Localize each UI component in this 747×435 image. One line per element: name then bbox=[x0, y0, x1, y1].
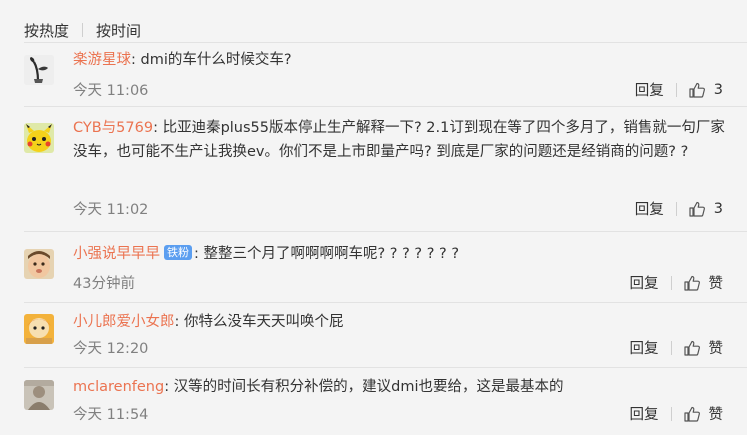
action-divider bbox=[670, 406, 672, 421]
person-photo-icon[interactable] bbox=[24, 380, 54, 410]
sort-by-time-tab[interactable]: 按时间 bbox=[96, 20, 141, 41]
comment-feed: 按热度 按时间 楽游星球: dmi的车什么时候交车? 今天 11:06 回复 3 bbox=[0, 0, 747, 435]
comment-divider bbox=[24, 302, 747, 303]
comment-body: 楽游星球: dmi的车什么时候交车? bbox=[73, 52, 292, 68]
reply-button[interactable]: 回复 bbox=[630, 272, 659, 293]
thumbs-up-icon bbox=[689, 82, 705, 98]
like-button[interactable]: 赞 bbox=[683, 272, 724, 293]
comment-actions: 回复 3 bbox=[635, 198, 723, 219]
comment-actions: 回复 3 bbox=[635, 79, 723, 100]
like-button[interactable]: 3 bbox=[688, 81, 723, 99]
comment-timestamp: 43分钟前 bbox=[73, 276, 135, 292]
comment-body: mclarenfeng: 汉等的时间长有积分补偿的，建议dmi也要给，这是最基本… bbox=[73, 379, 564, 395]
comment-body: 小强说早早早 铁粉: 整整三个月了啊啊啊啊车呢? ? ? ? ? ? ? bbox=[73, 245, 460, 262]
action-divider bbox=[675, 201, 677, 216]
comment-username[interactable]: 小儿郎爱小女郎 bbox=[73, 314, 175, 330]
like-count: 3 bbox=[713, 200, 723, 217]
comment-text: 整整三个月了啊啊啊啊车呢? ? ? ? ? ? ? bbox=[203, 246, 460, 262]
comment-actions: 回复 赞 bbox=[630, 337, 724, 358]
like-button[interactable]: 赞 bbox=[683, 403, 724, 424]
comment-actions: 回复 赞 bbox=[630, 272, 724, 293]
comment-username[interactable]: CYB与5769 bbox=[73, 120, 153, 136]
comment-timestamp: 今天 11:02 bbox=[73, 202, 149, 218]
comment-timestamp: 今天 11:06 bbox=[73, 83, 149, 99]
comment-timestamp: 今天 12:20 bbox=[73, 341, 149, 357]
sort-divider bbox=[82, 23, 84, 37]
cartoon-character-icon[interactable] bbox=[24, 314, 54, 344]
comment-username[interactable]: 小强说早早早 bbox=[73, 246, 160, 262]
comment-text: 比亚迪秦plus55版本停止生产解释一下? 2.1订到现在等了四个多月了，销售就… bbox=[73, 120, 725, 160]
comment-text: 你特么没车天天叫唤个屁 bbox=[184, 314, 344, 330]
reply-button[interactable]: 回复 bbox=[630, 403, 659, 424]
like-count: 3 bbox=[713, 81, 723, 98]
reply-button[interactable]: 回复 bbox=[630, 337, 659, 358]
sort-by-hot-tab[interactable]: 按热度 bbox=[24, 20, 69, 41]
comment-body: CYB与5769: 比亚迪秦plus55版本停止生产解释一下? 2.1订到现在等… bbox=[73, 120, 725, 160]
like-button[interactable]: 赞 bbox=[683, 337, 724, 358]
comment-divider bbox=[24, 367, 747, 368]
action-divider bbox=[670, 275, 672, 290]
comment-username[interactable]: 楽游星球 bbox=[73, 52, 131, 68]
comment-divider bbox=[24, 42, 747, 43]
comment-body: 小儿郎爱小女郎: 你特么没车天天叫唤个屁 bbox=[73, 314, 344, 330]
sort-bar: 按热度 按时间 bbox=[24, 20, 141, 40]
comment-text: 汉等的时间长有积分补偿的，建议dmi也要给，这是最基本的 bbox=[173, 379, 564, 395]
reply-button[interactable]: 回复 bbox=[635, 79, 664, 100]
reply-button[interactable]: 回复 bbox=[635, 198, 664, 219]
thumbs-up-icon bbox=[683, 406, 700, 422]
action-divider bbox=[670, 340, 672, 355]
baby-face-icon[interactable] bbox=[24, 249, 54, 279]
like-button[interactable]: 3 bbox=[688, 200, 723, 218]
like-label: 赞 bbox=[708, 276, 724, 292]
thumbs-up-icon bbox=[689, 201, 705, 217]
fan-badge: 铁粉 bbox=[164, 245, 192, 260]
thumbs-up-icon bbox=[683, 340, 700, 356]
thumbs-up-icon bbox=[683, 275, 700, 291]
plant-sprout-icon[interactable] bbox=[24, 55, 54, 85]
comment-text: dmi的车什么时候交车? bbox=[140, 52, 292, 68]
action-divider bbox=[675, 82, 677, 97]
comment-divider bbox=[24, 231, 747, 232]
comment-username[interactable]: mclarenfeng bbox=[73, 379, 164, 395]
pikachu-icon[interactable] bbox=[24, 123, 54, 153]
comment-timestamp: 今天 11:54 bbox=[73, 407, 149, 423]
like-label: 赞 bbox=[708, 341, 724, 357]
like-label: 赞 bbox=[708, 407, 724, 423]
comment-divider bbox=[24, 106, 747, 107]
comment-actions: 回复 赞 bbox=[630, 403, 724, 424]
